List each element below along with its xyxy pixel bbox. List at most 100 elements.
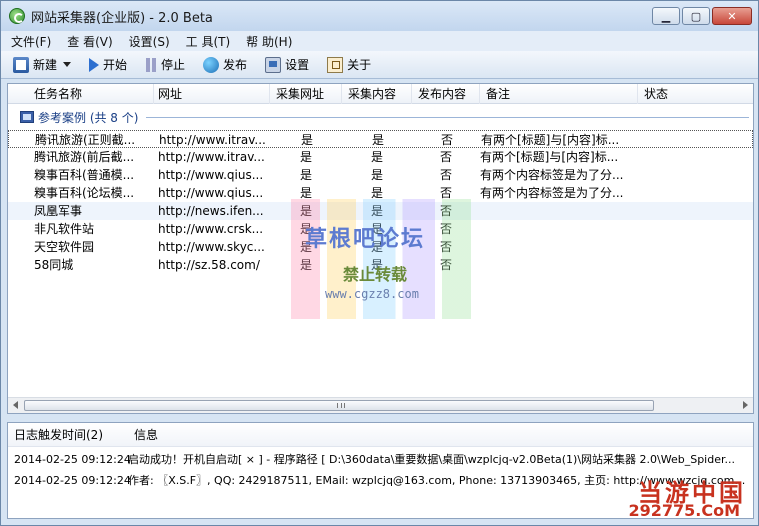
table-row[interactable]: 糗事百科(论坛模... http://www.qius... 是 是 否 有两个…: [8, 184, 753, 202]
app-window: 网站采集器(企业版) - 2.0 Beta ▁ ▢ ✕ 文件(F) 查 看(V)…: [0, 0, 759, 526]
menu-help[interactable]: 帮 助(H): [236, 33, 298, 50]
publish-label: 发布: [223, 58, 248, 72]
task-group-header[interactable]: 参考案例 (共 8 个): [8, 106, 753, 128]
about-icon: [327, 56, 344, 73]
menu-view[interactable]: 查 看(V): [57, 33, 118, 50]
log-time: 2014-02-25 09:12:24: [14, 452, 131, 466]
task-publish-content: 否: [440, 133, 453, 147]
task-grid-header: 任务名称 网址 采集网址 采集内容 发布内容 备注 状态: [8, 84, 753, 104]
task-url: http://www.itrav...: [159, 133, 266, 147]
start-button[interactable]: 开始: [83, 54, 133, 76]
group-divider: [146, 116, 749, 118]
task-url: http://www.qius...: [158, 168, 264, 182]
window-title: 网站采集器(企业版) - 2.0 Beta: [31, 10, 213, 26]
task-note: [480, 256, 638, 274]
task-collect-url: 是: [299, 168, 312, 182]
task-collect-content: 是: [370, 168, 383, 182]
title-bar[interactable]: 网站采集器(企业版) - 2.0 Beta ▁ ▢ ✕: [1, 1, 758, 31]
window-controls: ▁ ▢ ✕: [652, 7, 752, 25]
task-note: 有两个内容标签是为了分...: [480, 168, 624, 182]
task-publish-content: 否: [439, 222, 452, 236]
log-time: 2014-02-25 09:12:24: [14, 473, 131, 487]
task-note: 有两个[标题]与[内容]标...: [481, 133, 620, 147]
table-row[interactable]: 58同城 http://sz.58.com/ 是 是 否: [8, 256, 753, 274]
log-row[interactable]: 2014-02-25 09:12:24 作者: 〖X.S.F〗, QQ: 242…: [8, 471, 753, 489]
task-collect-url: 是: [299, 222, 312, 236]
maximize-button[interactable]: ▢: [682, 7, 710, 25]
task-collect-url: 是: [299, 186, 312, 200]
task-rows: 腾讯旅游(正则截... http://www.itrav... 是 是 否 有两…: [8, 130, 753, 274]
task-name: 非凡软件站: [34, 222, 95, 236]
task-name: 糗事百科(论坛模...: [34, 186, 135, 200]
column-header-url[interactable]: 网址: [154, 84, 270, 104]
start-label: 开始: [103, 58, 128, 72]
task-url: http://www.crsk...: [158, 222, 264, 236]
new-dropdown-arrow-icon[interactable]: [63, 62, 72, 67]
task-publish-content: 否: [439, 150, 452, 164]
task-url: http://www.skyc...: [158, 240, 265, 254]
task-url: http://news.ifen...: [158, 204, 264, 218]
task-publish-content: 否: [439, 168, 452, 182]
column-header-publish-content[interactable]: 发布内容: [412, 84, 480, 104]
scrollbar-thumb[interactable]: [24, 400, 654, 411]
table-row[interactable]: 非凡软件站 http://www.crsk... 是 是 否: [8, 220, 753, 238]
table-row[interactable]: 腾讯旅游(正则截... http://www.itrav... 是 是 否 有两…: [8, 130, 753, 148]
column-header-task-name[interactable]: 任务名称: [8, 84, 154, 104]
log-message: 启动成功！开机自启动[ × ] - 程序路径 [ D:\360data\重要数据…: [128, 453, 735, 466]
computer-settings-icon: [265, 56, 282, 73]
task-name: 腾讯旅游(前后截...: [34, 150, 135, 164]
settings-label: 设置: [285, 58, 310, 72]
task-collect-content: 是: [370, 240, 383, 254]
task-note: 有两个内容标签是为了分...: [480, 186, 624, 200]
log-column-message[interactable]: 信息: [128, 426, 158, 443]
close-button[interactable]: ✕: [712, 7, 752, 25]
new-button[interactable]: 新建: [7, 54, 77, 76]
task-collect-content: 是: [370, 186, 383, 200]
menu-bar: 文件(F) 查 看(V) 设置(S) 工 具(T) 帮 助(H): [1, 31, 758, 51]
scroll-left-arrow-icon[interactable]: [13, 401, 18, 409]
app-icon: [9, 8, 25, 24]
task-url: http://www.itrav...: [158, 150, 265, 164]
menu-settings[interactable]: 设置(S): [119, 33, 176, 50]
table-row[interactable]: 天空软件园 http://www.skyc... 是 是 否: [8, 238, 753, 256]
task-url: http://sz.58.com/: [158, 258, 260, 272]
menu-tools[interactable]: 工 具(T): [176, 33, 237, 50]
task-collect-content: 是: [370, 258, 383, 272]
table-row[interactable]: 凤凰军事 http://news.ifen... 是 是 否: [8, 202, 753, 220]
stop-button[interactable]: 停止: [139, 54, 191, 76]
stop-label: 停止: [161, 58, 186, 72]
minimize-button[interactable]: ▁: [652, 7, 680, 25]
horizontal-scrollbar[interactable]: [8, 397, 753, 413]
log-header: 日志触发时间(2) 信息: [8, 423, 753, 447]
group-icon: [20, 111, 34, 123]
task-name: 天空软件园: [34, 240, 95, 254]
column-header-collect-content[interactable]: 采集内容: [342, 84, 412, 104]
about-label: 关于: [347, 58, 372, 72]
group-label: 参考案例 (共 8 个): [38, 110, 139, 125]
task-note: 有两个[标题]与[内容]标...: [480, 150, 619, 164]
task-collect-url: 是: [300, 133, 313, 147]
task-collect-content: 是: [371, 133, 384, 147]
column-header-status[interactable]: 状态: [638, 84, 753, 104]
task-note: [480, 238, 638, 256]
table-row[interactable]: 糗事百科(普通模... http://www.qius... 是 是 否 有两个…: [8, 166, 753, 184]
log-column-time[interactable]: 日志触发时间(2): [8, 426, 128, 443]
task-publish-content: 否: [439, 258, 452, 272]
column-header-note[interactable]: 备注: [480, 84, 638, 104]
task-url: http://www.qius...: [158, 186, 264, 200]
log-panel: 日志触发时间(2) 信息 2014-02-25 09:12:24 启动成功！开机…: [7, 422, 754, 519]
table-row[interactable]: 腾讯旅游(前后截... http://www.itrav... 是 是 否 有两…: [8, 148, 753, 166]
settings-button[interactable]: 设置: [259, 54, 315, 76]
menu-file[interactable]: 文件(F): [1, 33, 57, 50]
new-icon: [13, 56, 29, 73]
column-header-collect-url[interactable]: 采集网址: [270, 84, 342, 104]
globe-icon: [203, 56, 220, 73]
scroll-right-arrow-icon[interactable]: [743, 401, 748, 409]
task-name: 凤凰军事: [34, 204, 83, 218]
log-row[interactable]: 2014-02-25 09:12:24 启动成功！开机自启动[ × ] - 程序…: [8, 450, 753, 468]
task-collect-content: 是: [370, 222, 383, 236]
publish-button[interactable]: 发布: [197, 54, 253, 76]
new-label: 新建: [33, 58, 58, 72]
play-icon: [89, 57, 100, 72]
about-button[interactable]: 关于: [321, 54, 377, 76]
